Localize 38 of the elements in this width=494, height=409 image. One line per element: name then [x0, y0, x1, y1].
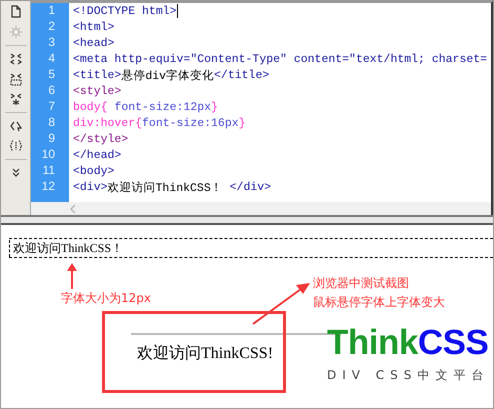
line-number: 11: [42, 163, 56, 179]
line-number: 10: [40, 147, 56, 163]
code-line: <html>: [73, 20, 116, 35]
line-number: 12: [40, 179, 56, 195]
code-line: </style>: [73, 132, 130, 147]
line-number: 5: [47, 67, 56, 83]
code-line: body{ font-size:12px}: [73, 100, 219, 115]
collapse-selection-icon[interactable]: [8, 72, 22, 86]
new-file-icon[interactable]: [8, 5, 22, 19]
code-line: div:hover{font-size:16px}: [73, 116, 247, 131]
up-arrow: [67, 263, 77, 289]
diagonal-arrow: [251, 282, 311, 326]
annotation-text: 浏览器中测试截图: [313, 275, 410, 292]
annotation-text: 字体大小为12px: [61, 290, 151, 307]
line-number: 6: [47, 83, 56, 99]
code-line: <head>: [73, 36, 116, 51]
line-number: 8: [47, 115, 56, 131]
logo-wordmark: ThinkCSS: [327, 323, 490, 363]
annotation-text: 鼠标悬停字体上字体变大: [313, 294, 445, 311]
code-line: <body>: [73, 164, 116, 179]
line-number: 4: [47, 51, 56, 67]
welcome-text: 欢迎访问ThinkCSS！: [9, 240, 124, 256]
code-line: </head>: [73, 148, 122, 163]
line-number: 7: [47, 99, 56, 115]
code-line: <meta http-equiv="Content-Type" content="text/html; charset=: [73, 52, 488, 67]
code-line: <div>欢迎访问ThinkCSS！ </div>: [73, 180, 272, 195]
line-number: 9: [47, 131, 56, 147]
line-number: 1: [47, 3, 56, 19]
collapse-tag-icon[interactable]: [8, 52, 22, 66]
expand-all-icon[interactable]: [8, 92, 22, 106]
code-line: <title>悬停div字体变化</title>: [73, 68, 270, 83]
line-number: 2: [47, 19, 56, 35]
balance-braces-icon[interactable]: [8, 139, 22, 153]
code-line: <style>: [73, 84, 122, 99]
logo-tagline: DIV CSS中文平台: [327, 367, 490, 384]
code-line: <!DOCTYPE html>: [73, 3, 179, 19]
enlarged-welcome-text: 欢迎访问ThinkCSS!: [137, 344, 274, 364]
line-number: 3: [47, 35, 56, 51]
